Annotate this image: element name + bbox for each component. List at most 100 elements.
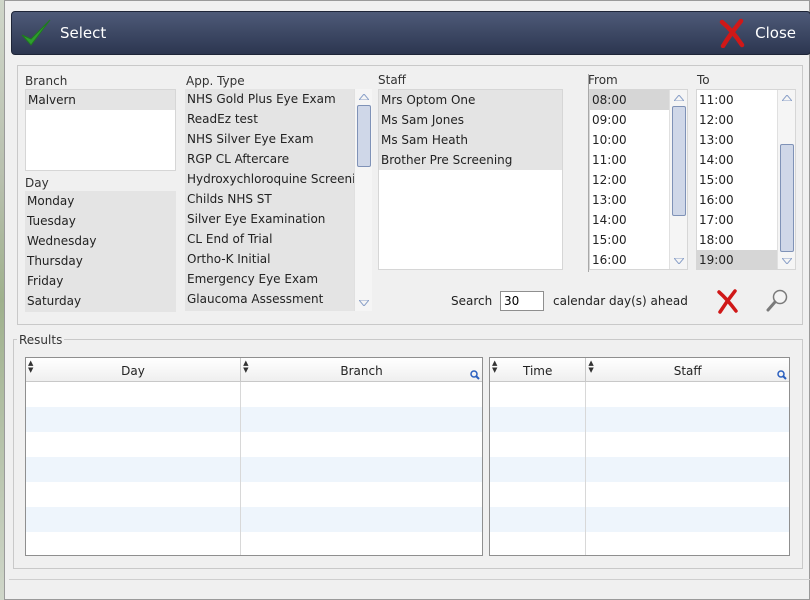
app-type-scrollbar[interactable] (354, 89, 372, 311)
staff-label: Staff (378, 73, 406, 87)
sort-icon: ▲ ▼ (28, 359, 34, 374)
clear-criteria-button[interactable] (716, 288, 740, 314)
column-header-branch-label: Branch (340, 364, 383, 378)
app-type-item[interactable]: Glaucoma Assessment (185, 289, 354, 309)
close-button[interactable]: Close (719, 12, 796, 54)
scroll-down-icon[interactable] (673, 256, 685, 266)
scroll-up-icon[interactable] (358, 92, 370, 102)
day-label: Day (25, 176, 49, 190)
column-header-time[interactable]: ▲ ▼ Time (490, 358, 587, 382)
grid-header: ▲ ▼ Day ▲ ▼ Branch (26, 358, 482, 382)
day-item-friday[interactable]: Friday (25, 271, 176, 291)
branch-item[interactable]: Malvern (26, 90, 175, 110)
from-time-item[interactable]: 15:00 (590, 230, 671, 250)
table-row[interactable] (490, 457, 789, 482)
sort-icon: ▲ ▼ (588, 359, 594, 374)
sort-icon: ▲ ▼ (243, 359, 249, 374)
staff-list[interactable]: Mrs Optom One Ms Sam Jones Ms Sam Heath … (378, 89, 563, 270)
app-type-item[interactable]: NHS Gold Plus Eye Exam (185, 89, 354, 109)
app-type-scroll-thumb[interactable] (357, 105, 371, 167)
app-type-item[interactable]: RGP CL Aftercare (185, 149, 354, 169)
scroll-down-icon[interactable] (781, 256, 793, 266)
to-time-item[interactable]: 12:00 (697, 110, 779, 130)
select-button-label: Select (60, 24, 107, 42)
scroll-down-icon[interactable] (358, 298, 370, 308)
from-scrollbar[interactable] (669, 90, 687, 269)
clear-cross-icon (717, 289, 738, 314)
table-row[interactable] (26, 407, 482, 432)
staff-item[interactable]: Brother Pre Screening (379, 150, 562, 170)
to-time-item[interactable]: 16:00 (697, 190, 779, 210)
app-type-item[interactable]: Emergency Eye Exam (185, 269, 354, 289)
search-criteria-panel: Branch Malvern Day Monday Tuesday Wednes… (17, 65, 803, 325)
from-time-item[interactable]: 10:00 (590, 130, 671, 150)
day-item-tuesday[interactable]: Tuesday (25, 211, 176, 231)
table-row[interactable] (26, 457, 482, 482)
magnifier-icon (766, 289, 788, 312)
to-time-item[interactable]: 18:00 (697, 230, 779, 250)
table-row[interactable] (490, 507, 789, 532)
table-row[interactable] (26, 382, 482, 407)
search-days-input[interactable] (500, 291, 544, 311)
results-label: Results (17, 333, 65, 347)
table-row[interactable] (490, 432, 789, 457)
from-time-item[interactable]: 08:00 (590, 90, 671, 110)
table-row[interactable] (26, 482, 482, 507)
app-type-item[interactable]: NHS Silver Eye Exam (185, 129, 354, 149)
from-time-item[interactable]: 11:00 (590, 150, 671, 170)
column-header-day[interactable]: ▲ ▼ Day (26, 358, 242, 382)
app-type-item[interactable]: ReadEz test (185, 109, 354, 129)
day-item-wednesday[interactable]: Wednesday (25, 231, 176, 251)
find-appointments-button[interactable] (765, 288, 789, 314)
scroll-up-icon[interactable] (673, 93, 685, 103)
from-time-item[interactable]: 13:00 (590, 190, 671, 210)
column-header-branch[interactable]: ▲ ▼ Branch (241, 358, 482, 382)
table-row[interactable] (26, 507, 482, 532)
app-type-item[interactable]: Childs NHS ST (185, 189, 354, 209)
to-time-item[interactable]: 19:00 (697, 250, 779, 269)
to-time-item[interactable]: 13:00 (697, 130, 779, 150)
grid-body (490, 382, 789, 555)
table-row[interactable] (490, 382, 789, 407)
app-type-list[interactable]: NHS Gold Plus Eye Exam ReadEz test NHS S… (185, 89, 372, 311)
to-scroll-thumb[interactable] (780, 144, 794, 252)
column-header-day-label: Day (121, 364, 145, 378)
to-time-item[interactable]: 14:00 (697, 150, 779, 170)
day-item-thursday[interactable]: Thursday (25, 251, 176, 271)
close-button-label: Close (755, 24, 796, 42)
table-row[interactable] (490, 407, 789, 432)
to-time-list[interactable]: 11:00 12:00 13:00 14:00 15:00 16:00 17:0… (696, 89, 796, 270)
app-type-item[interactable]: Silver Eye Examination (185, 209, 354, 229)
scroll-up-icon[interactable] (781, 93, 793, 103)
day-list[interactable]: Monday Tuesday Wednesday Thursday Friday… (25, 191, 176, 312)
to-time-item[interactable]: 11:00 (697, 90, 779, 110)
app-type-item[interactable]: CL End of Trial (185, 229, 354, 249)
to-time-item[interactable]: 15:00 (697, 170, 779, 190)
staff-item[interactable]: Ms Sam Jones (379, 110, 562, 130)
day-item-saturday[interactable]: Saturday (25, 291, 176, 311)
from-time-list[interactable]: 08:00 09:00 10:00 11:00 12:00 13:00 14:0… (589, 89, 688, 270)
column-header-time-label: Time (522, 364, 553, 378)
from-time-item[interactable]: 09:00 (590, 110, 671, 130)
to-scrollbar[interactable] (777, 90, 795, 269)
from-scroll-thumb[interactable] (672, 106, 686, 216)
select-button[interactable]: Select (20, 12, 106, 54)
grid-header: ▲ ▼ Time ▲ ▼ Staff (490, 358, 789, 382)
branch-list[interactable]: Malvern (25, 89, 176, 171)
table-row[interactable] (490, 532, 789, 555)
staff-item[interactable]: Mrs Optom One (379, 90, 562, 110)
day-item-monday[interactable]: Monday (25, 191, 176, 211)
app-type-item[interactable]: Ortho-K Initial (185, 249, 354, 269)
staff-item[interactable]: Ms Sam Heath (379, 130, 562, 150)
app-type-item[interactable]: Hydroxychloroquine Screening (185, 169, 354, 189)
results-time-staff-grid[interactable]: ▲ ▼ Time ▲ ▼ Staff (489, 357, 790, 556)
results-day-branch-grid[interactable]: ▲ ▼ Day ▲ ▼ Branch (25, 357, 483, 556)
from-time-item[interactable]: 16:00 (590, 250, 671, 269)
from-time-item[interactable]: 14:00 (590, 210, 671, 230)
table-row[interactable] (26, 432, 482, 457)
to-time-item[interactable]: 17:00 (697, 210, 779, 230)
table-row[interactable] (26, 532, 482, 555)
table-row[interactable] (490, 482, 789, 507)
column-header-staff[interactable]: ▲ ▼ Staff (586, 358, 789, 382)
from-time-item[interactable]: 12:00 (590, 170, 671, 190)
